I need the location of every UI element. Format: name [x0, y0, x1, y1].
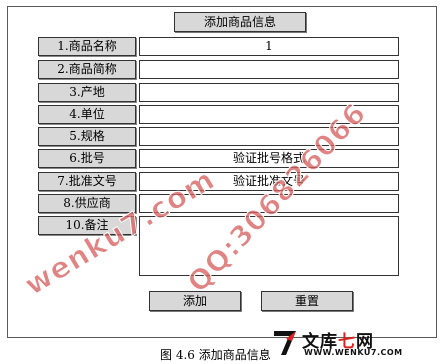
product-name-input[interactable]: 1	[139, 37, 399, 56]
logo-seven-icon	[274, 331, 296, 355]
origin-input[interactable]	[139, 83, 399, 102]
spec-label: 5.规格	[38, 127, 136, 146]
origin-label: 3.产地	[38, 83, 136, 102]
product-name-label: 1.商品名称	[38, 37, 136, 56]
approval-number-label: 7.批准文号	[38, 172, 136, 191]
figure-caption: 图 4.6 添加商品信息	[160, 348, 271, 362]
reset-button[interactable]: 重置	[261, 291, 353, 311]
wenku7-logo: 文库七网 WWW.WENKU7.COM	[272, 327, 442, 359]
logo-url: WWW.WENKU7.COM	[304, 348, 403, 357]
product-short-name-label: 2.商品简称	[38, 60, 136, 79]
product-short-name-input[interactable]	[139, 60, 399, 79]
form-title: 添加商品信息	[174, 12, 306, 32]
batch-number-input[interactable]: 验证批号格式	[139, 149, 399, 168]
batch-number-label: 6.批号	[38, 149, 136, 168]
add-button[interactable]: 添加	[149, 291, 241, 311]
unit-label: 4.单位	[38, 105, 136, 124]
